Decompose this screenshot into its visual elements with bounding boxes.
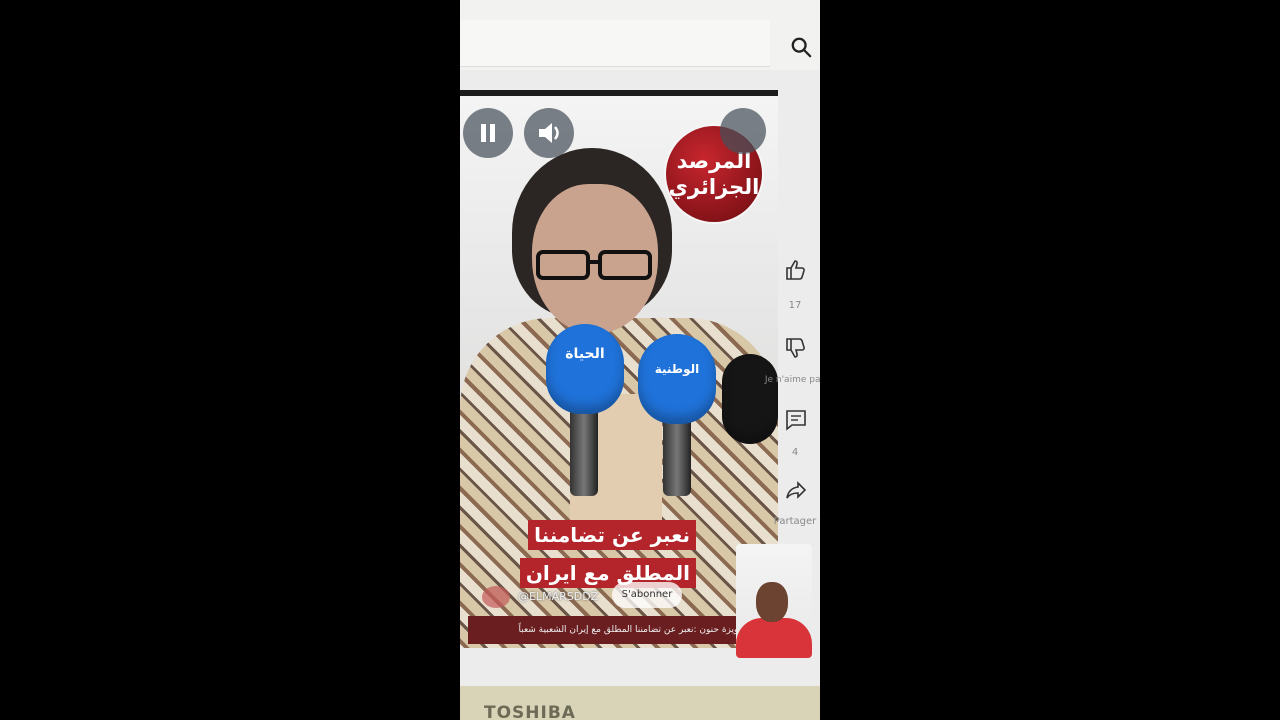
mic-label-alhayat: الحياة	[565, 346, 605, 362]
microphone-alhayat	[546, 324, 624, 414]
channel-avatar[interactable]	[482, 586, 510, 608]
caption-line-1: نعبر عن تضامننا	[528, 520, 696, 550]
comment-count: 4	[791, 447, 799, 458]
dislike-label: Je n'aime pas	[764, 375, 820, 385]
webcam-person-shirt	[736, 618, 812, 658]
volume-icon	[539, 123, 559, 143]
webcam-person-face	[756, 582, 788, 622]
glasses-icon	[536, 250, 652, 280]
logo-line-2: الجزائري	[668, 175, 760, 199]
picture-in-picture-webcam[interactable]	[736, 544, 812, 658]
microphone-third	[722, 354, 778, 444]
like-count: 17	[788, 300, 802, 311]
channel-handle[interactable]: @ELMARSDDZ	[518, 590, 598, 603]
mic-label-elwatania: الوطنية	[654, 362, 700, 376]
comment-icon[interactable]	[784, 408, 808, 432]
pause-icon	[481, 124, 495, 142]
thumbs-up-icon[interactable]	[784, 258, 808, 282]
volume-button[interactable]	[524, 108, 574, 158]
logo-text: المرصد الجزائري	[666, 148, 762, 200]
thumbs-down-icon[interactable]	[784, 336, 808, 360]
microphone-elwatania	[638, 334, 716, 424]
short-video-player[interactable]: الحياة الوطنية المرصد الجزائري نعبر عن ت…	[460, 90, 778, 648]
subscribe-button[interactable]: S'abonner	[612, 582, 682, 608]
search-icon[interactable]	[790, 36, 812, 58]
share-icon[interactable]	[784, 478, 808, 502]
phone-screen: الحياة الوطنية المرصد الجزائري نعبر عن ت…	[460, 0, 820, 720]
search-input[interactable]	[460, 20, 770, 67]
video-description[interactable]: لويزة حنون :نعبر عن تضامننا المطلق مع إي…	[468, 616, 758, 644]
pause-button[interactable]	[463, 108, 513, 158]
more-options-button[interactable]	[720, 108, 766, 154]
monitor-brand: TOSHIBA	[484, 703, 576, 720]
browser-top-bar	[460, 0, 820, 70]
share-label: Partager	[773, 516, 817, 527]
